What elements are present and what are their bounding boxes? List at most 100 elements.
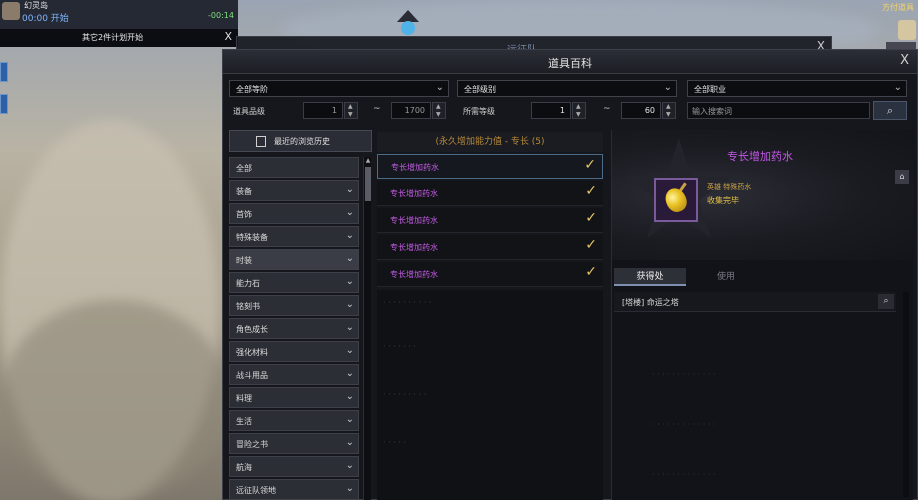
category-scrollbar-thumb[interactable] [365,167,371,201]
category-label: 生活 [236,417,252,426]
chevron-down-icon: ⌄ [345,253,354,264]
item-level-label: 道具品级 [233,107,265,116]
window-title: 道具百科 [548,57,592,70]
background-ghost-text: · · · · · [383,438,406,447]
search-input[interactable]: 输入搜索词 [687,102,870,119]
category-scrollbar[interactable]: ▲ [363,157,371,500]
chevron-down-icon: ⌄ [345,437,354,448]
pet-character-icon [397,10,419,38]
item-list-row[interactable]: 专长增加药水 ✓ [377,208,603,233]
quest-tracker[interactable]: 幻灵岛 00:00 开始 -00:14 其它2件计划开始 X [0,0,238,47]
hud-label: 方付道具 [882,3,914,12]
chevron-down-icon: ⌄ [345,483,354,494]
required-level-min-stepper[interactable]: ▲ ▼ [572,102,586,119]
category-list: 全部 装备 ⌄ 首饰 ⌄ 特殊装备 ⌄ 时装 ⌄ 能力石 ⌄ 铭刻书 ⌄ 角色成长 ⌄ 强化材料 ⌄ 战斗用品 ⌄ 料… [229,157,359,500]
arrow-up-icon[interactable]: ▲ [348,103,353,110]
chevron-down-icon: ⌄ [345,322,354,333]
arrow-up-icon[interactable]: ▲ [436,103,441,110]
tab-acquisition[interactable]: 获得处 [614,268,686,286]
acquisition-source-row[interactable]: [塔楼] 命运之塔 ⌕ [614,292,896,312]
window-close-button[interactable]: X [900,53,909,68]
category-label: 时装 [236,256,252,265]
search-icon: ⌕ [886,104,894,117]
item-list-row[interactable]: 专长增加药水 ✓ [377,262,603,287]
home-button[interactable]: ⌂ [895,170,909,184]
arrow-down-icon[interactable]: ▼ [436,111,441,118]
category-item[interactable]: 首饰 ⌄ [229,203,359,224]
search-button[interactable]: ⌕ [873,101,907,120]
required-level-max-input[interactable]: 60 [621,102,661,119]
tier-dropdown[interactable]: 全部等阶 ⌄ [229,80,449,97]
pet-face-icon [401,21,415,35]
category-item[interactable]: 生活 ⌄ [229,410,359,431]
item-level-min-stepper[interactable]: ▲ ▼ [344,102,358,119]
search-icon[interactable]: ⌕ [878,294,894,309]
category-item[interactable]: 时装 ⌄ [229,249,359,270]
background-ghost-text: · · · · · · · · · [383,390,427,399]
tab-usage[interactable]: 使用 [690,268,762,286]
required-level-max-stepper[interactable]: ▲ ▼ [662,102,676,119]
category-item[interactable]: 航海 ⌄ [229,456,359,477]
arrow-down-icon[interactable]: ▼ [576,111,581,118]
grade-dropdown[interactable]: 全部级别 ⌄ [457,80,677,97]
detail-scrollbar[interactable] [903,292,909,497]
checkmark-icon: ✓ [585,264,597,280]
category-item[interactable]: 特殊装备 ⌄ [229,226,359,247]
home-icon: ⌂ [899,172,905,181]
category-label: 全部 [236,164,252,173]
chevron-down-icon: ⌄ [345,184,354,195]
class-dropdown[interactable]: 全部职业 ⌄ [687,80,907,97]
quest-subtext: 其它2件计划开始 [82,33,144,42]
category-item[interactable]: 角色成长 ⌄ [229,318,359,339]
item-list-row[interactable]: 专长增加药水 ✓ [377,181,603,206]
item-detail-panel: 专长增加药水 英雄 特殊药水 收集完毕 ⌂ 获得处 使用 [塔楼] 命运之塔 ⌕… [611,130,914,500]
window-titlebar[interactable]: 道具百科 X [223,50,917,74]
hud-character-icon[interactable] [898,20,916,40]
item-list-label: 专长增加药水 [390,243,438,252]
item-level-max-stepper[interactable]: ▲ ▼ [432,102,446,119]
side-menu-icon[interactable] [0,94,8,114]
category-item[interactable]: 能力石 ⌄ [229,272,359,293]
quest-title: 幻灵岛 [24,1,48,10]
chevron-down-icon: ⌄ [345,276,354,287]
chevron-down-icon: ⌄ [435,82,444,93]
potion-item-icon[interactable] [654,178,698,222]
grade-dropdown-value: 全部级别 [464,85,496,94]
category-label: 强化材料 [236,348,268,357]
item-list-row[interactable]: 专长增加药水 ✓ [377,235,603,260]
item-list-row[interactable]: 专长增加药水 ✓ [377,154,603,179]
detail-tabs: 获得处 使用 [614,268,764,286]
chevron-down-icon: ⌄ [663,82,672,93]
quest-start-time: 00:00 开始 [22,14,69,24]
item-level-min-input[interactable]: 1 [303,102,343,119]
category-item[interactable]: 料理 ⌄ [229,387,359,408]
category-item[interactable]: 战斗用品 ⌄ [229,364,359,385]
range-separator: ~ [603,104,611,114]
category-item[interactable]: 全部 [229,157,359,178]
arrow-down-icon[interactable]: ▼ [666,111,671,118]
arrow-up-icon[interactable]: ▲ [666,103,671,110]
required-level-min-input[interactable]: 1 [531,102,571,119]
arrow-up-icon[interactable]: ▲ [576,103,581,110]
item-list-label: 专长增加药水 [390,270,438,279]
recent-history-button[interactable]: 最近的浏览历史 [229,130,372,152]
category-item[interactable]: 装备 ⌄ [229,180,359,201]
category-item[interactable]: 远征队领地 ⌄ [229,479,359,500]
background-ghost-text: · · · · · · · [383,342,417,351]
arrow-down-icon[interactable]: ▼ [348,111,353,118]
item-list-empty-area: · · · · · · · · · · · · · · · · · · · · … [377,290,603,500]
chevron-down-icon: ⌄ [345,391,354,402]
scroll-up-icon[interactable]: ▲ [364,157,372,165]
tier-dropdown-value: 全部等阶 [236,85,268,94]
quest-close-button[interactable]: X [224,30,232,43]
category-item[interactable]: 强化材料 ⌄ [229,341,359,362]
side-menu-icon[interactable] [0,62,8,82]
recent-history-label: 最近的浏览历史 [274,137,330,146]
category-label: 航海 [236,463,252,472]
collection-status: 收集完毕 [707,196,739,205]
category-item[interactable]: 冒险之书 ⌄ [229,433,359,454]
item-level-max-input[interactable]: 1700 [391,102,431,119]
quest-avatar-icon [2,2,20,20]
checkmark-icon: ✓ [584,157,596,173]
category-item[interactable]: 铭刻书 ⌄ [229,295,359,316]
